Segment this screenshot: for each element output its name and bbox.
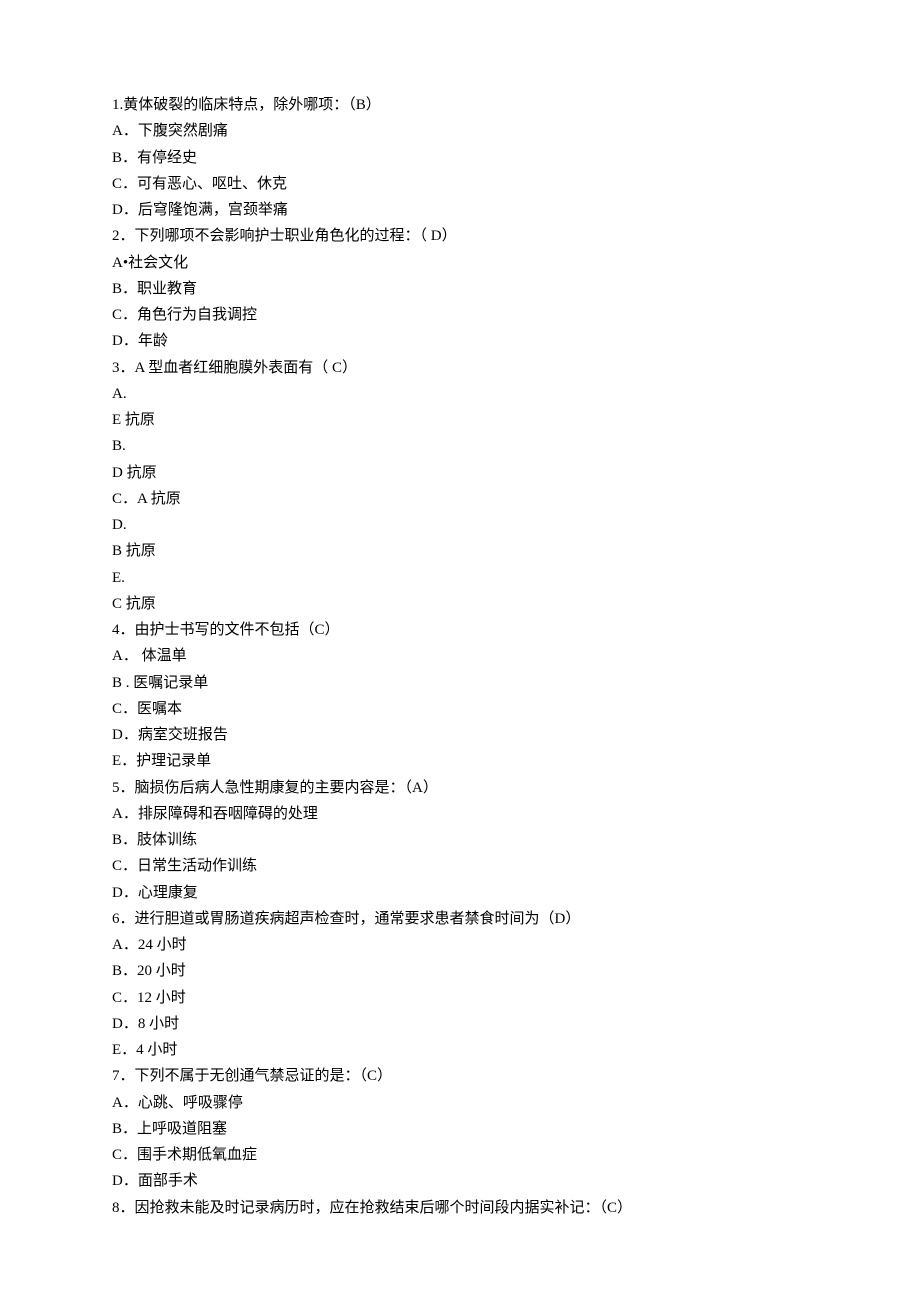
text-line: D.	[112, 512, 808, 538]
text-line: 6．进行胆道或胃肠道疾病超声检查时，通常要求患者禁食时间为（D）	[112, 906, 808, 932]
document-body: 1.黄体破裂的临床特点，除外哪项：（B）A．下腹突然剧痛B．有停经史C．可有恶心…	[112, 92, 808, 1221]
text-line: 1.黄体破裂的临床特点，除外哪项：（B）	[112, 92, 808, 118]
text-line: A． 体温单	[112, 643, 808, 669]
text-line: D．心理康复	[112, 880, 808, 906]
text-line: C 抗原	[112, 591, 808, 617]
text-line: C．可有恶心、呕吐、休克	[112, 171, 808, 197]
text-line: A．排尿障碍和吞咽障碍的处理	[112, 801, 808, 827]
text-line: E．护理记录单	[112, 748, 808, 774]
text-line: C．围手术期低氧血症	[112, 1142, 808, 1168]
text-line: A•社会文化	[112, 250, 808, 276]
text-line: A.	[112, 381, 808, 407]
text-line: A．心跳、呼吸骤停	[112, 1090, 808, 1116]
text-line: B．有停经史	[112, 145, 808, 171]
text-line: B．上呼吸道阻塞	[112, 1116, 808, 1142]
text-line: C．医嘱本	[112, 696, 808, 722]
text-line: B．肢体训练	[112, 827, 808, 853]
text-line: C．角色行为自我调控	[112, 302, 808, 328]
text-line: D．8 小时	[112, 1011, 808, 1037]
text-line: D．年龄	[112, 328, 808, 354]
text-line: C．12 小时	[112, 985, 808, 1011]
text-line: B.	[112, 433, 808, 459]
text-line: 5．脑损伤后病人急性期康复的主要内容是：（A）	[112, 775, 808, 801]
text-line: E 抗原	[112, 407, 808, 433]
text-line: A．24 小时	[112, 932, 808, 958]
text-line: C．A 抗原	[112, 486, 808, 512]
text-line: E.	[112, 565, 808, 591]
text-line: D．后穹隆饱满，宫颈举痛	[112, 197, 808, 223]
text-line: D 抗原	[112, 460, 808, 486]
text-line: 3．A 型血者红细胞膜外表面有（ C）	[112, 355, 808, 381]
text-line: B 抗原	[112, 538, 808, 564]
text-line: B . 医嘱记录单	[112, 670, 808, 696]
text-line: 4．由护士书写的文件不包括（C）	[112, 617, 808, 643]
text-line: 8．因抢救未能及时记录病历时，应在抢救结束后哪个时间段内据实补记：（C）	[112, 1195, 808, 1221]
document-page: 1.黄体破裂的临床特点，除外哪项：（B）A．下腹突然剧痛B．有停经史C．可有恶心…	[0, 0, 920, 1301]
text-line: C．日常生活动作训练	[112, 853, 808, 879]
text-line: A．下腹突然剧痛	[112, 118, 808, 144]
text-line: D．面部手术	[112, 1168, 808, 1194]
text-line: D．病室交班报告	[112, 722, 808, 748]
text-line: 2．下列哪项不会影响护士职业角色化的过程：（ D）	[112, 223, 808, 249]
text-line: E．4 小时	[112, 1037, 808, 1063]
text-line: B．职业教育	[112, 276, 808, 302]
text-line: 7．下列不属于无创通气禁忌证的是：（C）	[112, 1063, 808, 1089]
text-line: B．20 小时	[112, 958, 808, 984]
